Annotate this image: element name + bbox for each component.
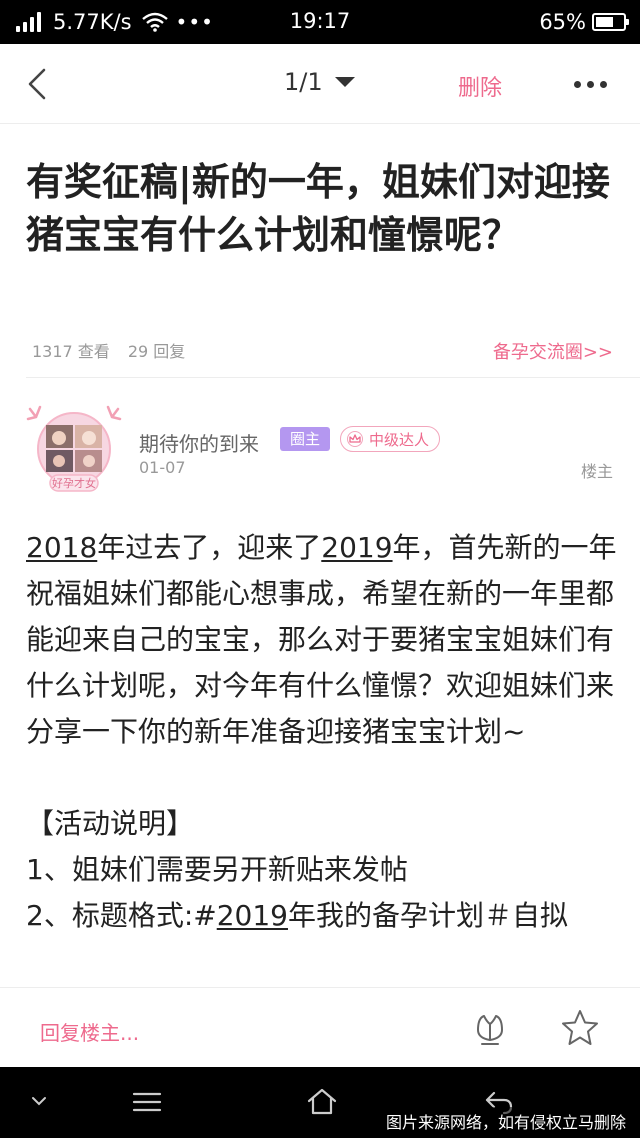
- battery-percent: 65%: [539, 10, 586, 34]
- avatar-caption: 好孕才女: [52, 476, 96, 490]
- level-badge: 中级达人: [340, 426, 441, 452]
- year-2019-link-2[interactable]: 2019: [217, 899, 288, 932]
- year-2019-link[interactable]: 2019: [321, 531, 392, 564]
- author-name[interactable]: 期待你的到来: [139, 428, 259, 457]
- menu-icon[interactable]: [132, 1091, 162, 1113]
- caret-down-icon: [334, 77, 355, 87]
- more-options-icon[interactable]: [574, 81, 613, 88]
- flower-icon[interactable]: [470, 1008, 510, 1048]
- battery-level: [596, 17, 613, 27]
- rule-item-1: 1、姐妹们需要另开新贴来发帖: [26, 853, 408, 886]
- battery-icon: [592, 13, 629, 31]
- top-nav-bar: 1/1 删除: [0, 44, 640, 124]
- post-stats: 1317 查看 29 回复: [32, 338, 185, 362]
- divider: [26, 377, 640, 378]
- circle-link[interactable]: 备孕交流圈>>: [493, 338, 613, 364]
- level-badge-label: 中级达人: [369, 430, 430, 449]
- watermark: 图片来源网络，如有侵权立马删除: [381, 1107, 630, 1135]
- post-body: 2018年过去了，迎来了2019年，首先新的一年祝福姐妹们都能心想事成，希望在新…: [26, 525, 618, 939]
- page-selector[interactable]: 1/1: [284, 68, 355, 96]
- post-title: 有奖征稿|新的一年，姐妹们对迎接猪宝宝有什么计划和憧憬呢？: [26, 160, 610, 257]
- year-2018-link[interactable]: 2018: [26, 531, 97, 564]
- floor-label: 楼主: [580, 462, 613, 481]
- crown-icon: [347, 431, 363, 447]
- page-indicator: 1/1: [284, 68, 323, 96]
- view-count: 1317 查看: [32, 342, 110, 361]
- status-bar: 5.77K/s ••• 19:17 65%: [0, 0, 640, 44]
- bottom-action-bar: 回复楼主...: [0, 987, 640, 1067]
- home-icon[interactable]: [306, 1087, 338, 1115]
- owner-badge: 圈主: [280, 427, 331, 451]
- post-date: 01-07: [139, 458, 186, 477]
- reply-input[interactable]: 回复楼主...: [40, 1017, 139, 1046]
- collapse-chevron-icon[interactable]: [30, 1095, 48, 1107]
- avatar[interactable]: 好孕才女: [26, 405, 122, 493]
- body-paragraph: 2018年过去了，迎来了2019年，首先新的一年祝福姐妹们都能心想事成，希望在新…: [26, 531, 617, 748]
- activity-heading: 【活动说明】: [26, 807, 195, 840]
- reply-count: 29 回复: [127, 342, 186, 361]
- back-arrow-icon[interactable]: [22, 66, 58, 102]
- rule-item-2: 2、标题格式:#2019年我的备孕计划＃自拟: [26, 899, 568, 932]
- star-favorite-icon[interactable]: [560, 1008, 600, 1048]
- delete-button[interactable]: 删除: [458, 70, 502, 102]
